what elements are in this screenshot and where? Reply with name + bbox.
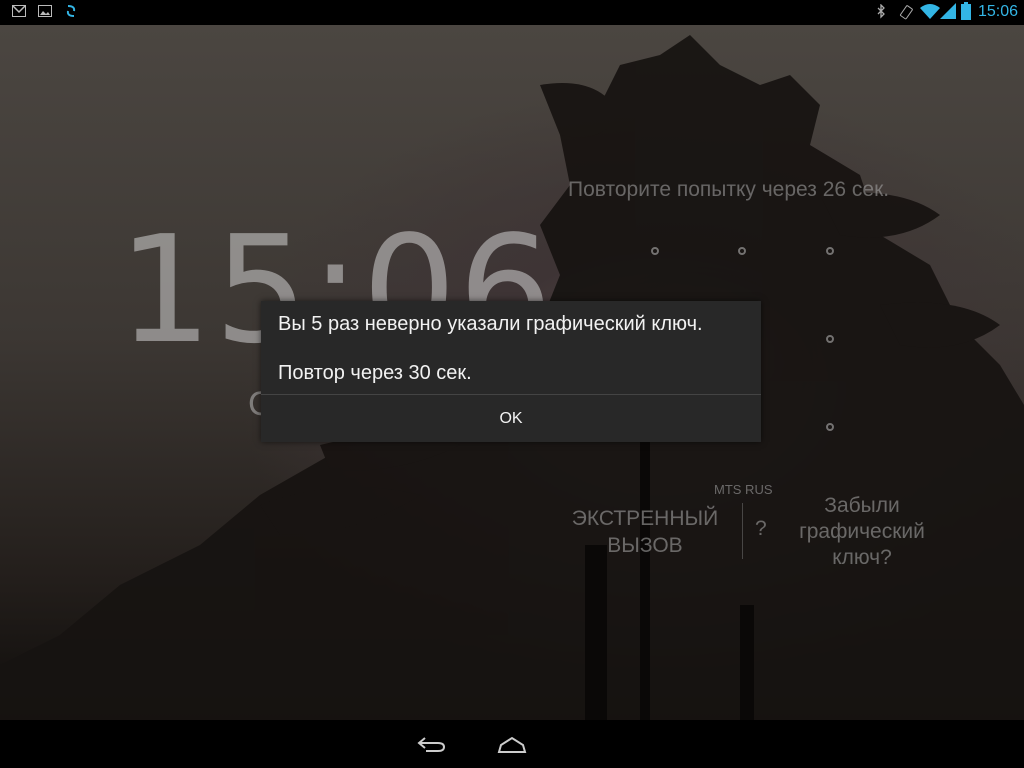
signal-icon [940,3,956,24]
rotation-lock-icon [898,4,914,25]
ok-button[interactable]: OK [261,395,761,442]
gallery-icon [38,4,52,22]
status-bar: 15:06 [0,0,1024,25]
pattern-dot[interactable] [826,335,834,343]
carrier-label: MTS RUS [714,482,773,497]
forgot-pattern-button[interactable]: Забыли графический ключ? [782,493,942,571]
bluetooth-icon [876,3,886,24]
gmail-icon [12,4,26,22]
retry-countdown-text: Повторите попытку через 26 сек. [568,178,890,201]
home-icon[interactable] [497,736,527,759]
dialog-retry-message: Повтор через 30 сек. [278,362,472,384]
pattern-dot[interactable] [651,247,659,255]
wifi-icon [920,3,940,24]
status-bar-clock: 15:06 [977,3,1018,20]
emergency-call-button[interactable]: ЭКСТРЕННЫЙ ВЫЗОВ [560,505,730,559]
back-icon[interactable] [416,736,446,759]
navigation-bar [0,720,1024,768]
divider [742,503,743,559]
pattern-dot[interactable] [826,247,834,255]
help-icon[interactable]: ? [755,517,767,541]
sync-icon [65,4,77,23]
battery-icon [961,2,971,25]
pattern-dot[interactable] [826,423,834,431]
pattern-dot[interactable] [738,247,746,255]
attempts-dialog: Вы 5 раз неверно указали графический клю… [261,301,761,442]
dialog-message: Вы 5 раз неверно указали графический клю… [278,313,703,335]
